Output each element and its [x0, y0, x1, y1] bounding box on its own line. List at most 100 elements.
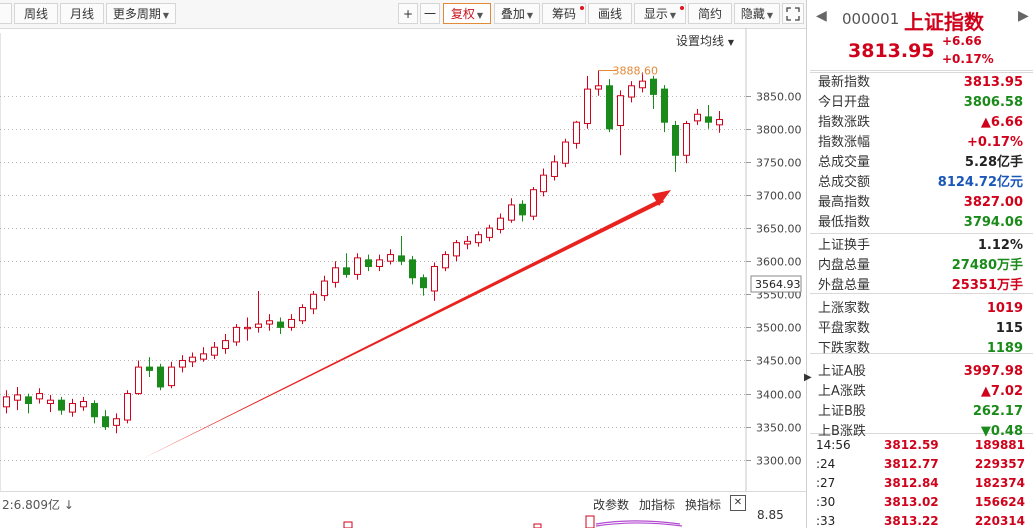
candle-body — [288, 318, 295, 328]
caret-down-icon: ▼ — [526, 11, 534, 20]
change-params-button[interactable]: 改参数 — [593, 496, 629, 513]
quote-field-value: 25351万手 — [951, 278, 1023, 293]
caret-down-icon: ▼ — [766, 11, 774, 20]
quote-row: 上证A股 3997.98 — [810, 362, 1023, 382]
fullscreen-icon — [786, 7, 800, 21]
candle-body — [332, 267, 339, 283]
candle-body — [14, 394, 21, 401]
trade-row: :27 3812.84 182374 — [810, 473, 1033, 493]
quote-field-value: +0.17% — [967, 135, 1023, 150]
candle-body — [211, 346, 218, 356]
caret-down-icon: ▼ — [162, 11, 170, 20]
more-periods-dropdown[interactable]: 更多周期 ▼ — [106, 3, 176, 24]
candle-body — [705, 116, 712, 123]
price-change-pct: +0.17% — [942, 52, 994, 66]
quote-field-value: ▲6.66 — [980, 115, 1023, 130]
fullscreen-button[interactable] — [782, 3, 804, 24]
candle-body — [354, 257, 361, 275]
overlay-dropdown[interactable]: 叠加 ▼ — [494, 3, 540, 24]
quote-field-label: 最新指数 — [818, 75, 871, 90]
price-change: +6.66 — [942, 34, 982, 48]
hide-dropdown[interactable]: 隐藏 ▼ — [734, 3, 780, 24]
notification-dot-icon — [680, 6, 684, 10]
candle-body — [310, 293, 317, 310]
candle-body — [25, 396, 32, 404]
y-tick-label: 3700.00 — [756, 190, 802, 203]
close-indicator-icon[interactable]: ✕ — [730, 495, 746, 511]
chips-button[interactable]: 筹码 — [542, 3, 586, 24]
candle-body — [551, 161, 558, 177]
zoom-in-button[interactable]: + — [398, 3, 418, 24]
quote-row: 最低指数 3794.06 — [810, 213, 1023, 233]
trade-time: :27 — [816, 476, 836, 490]
candles — [3, 70, 723, 434]
quote-field-value: 3997.98 — [963, 364, 1023, 379]
candlestick-chart[interactable]: 3300.003350.003400.003450.003500.003550.… — [0, 28, 806, 491]
quote-field-value: 1.12% — [977, 238, 1023, 253]
candle-body — [694, 113, 701, 122]
candle-body — [3, 396, 10, 408]
weekly-tab[interactable]: 周线 — [14, 3, 58, 24]
draw-line-button[interactable]: 画线 — [588, 3, 632, 24]
trade-price: 3812.84 — [884, 476, 939, 490]
candle-body — [113, 418, 120, 426]
symbol-name: 上证指数 — [904, 10, 984, 34]
panel-divider[interactable] — [806, 0, 807, 528]
quote-field-label: 内盘总量 — [818, 258, 871, 273]
candle-body — [266, 320, 273, 325]
quote-field-label: 外盘总量 — [818, 278, 871, 293]
add-indicator-button[interactable]: 加指标 — [639, 496, 675, 513]
monthly-label: 月线 — [69, 7, 94, 21]
candle-body — [409, 259, 416, 279]
quote-field-value: 1019 — [986, 301, 1023, 316]
quote-field-value: 115 — [995, 321, 1023, 336]
trade-volume: 189881 — [974, 438, 1025, 452]
switch-indicator-button[interactable]: 换指标 — [685, 496, 721, 513]
candle-body — [508, 204, 515, 221]
candle-body — [299, 307, 306, 322]
candle-body — [475, 234, 482, 244]
adjust-dropdown[interactable]: 复权 ▼ — [443, 3, 491, 24]
candle-body — [562, 141, 569, 164]
trade-time: :33 — [816, 514, 836, 528]
quote-row: 总成交额 8124.72亿元 — [810, 173, 1023, 193]
quote-row: 上A涨跌 ▲7.02 — [810, 382, 1023, 402]
prev-symbol-icon[interactable]: ◀ — [816, 8, 827, 24]
monthly-tab[interactable]: 月线 — [60, 3, 104, 24]
candle-body — [442, 254, 449, 269]
trade-volume: 220314 — [974, 514, 1025, 528]
candle-body — [47, 399, 54, 405]
y-tick-label: 3450.00 — [756, 355, 802, 368]
trade-time: :30 — [816, 495, 836, 509]
candle-body — [376, 259, 383, 267]
quote-field-label: 上涨家数 — [818, 301, 871, 316]
quote-row: 上证B股 262.17 — [810, 402, 1023, 422]
simple-button[interactable]: 简约 — [688, 3, 732, 24]
volume-bar — [533, 523, 542, 528]
candle-body — [189, 356, 196, 363]
draw-line-label: 画线 — [597, 7, 622, 21]
toolbar-left-stub[interactable] — [0, 3, 12, 24]
weekly-label: 周线 — [23, 7, 48, 21]
candle-body — [716, 119, 723, 126]
next-symbol-icon[interactable]: ▶ — [1018, 8, 1029, 24]
quote-panel: ◀ 000001 上证指数 ▶ 3813.95 +6.66 +0.17% 最新指… — [810, 0, 1033, 528]
y-tick-label: 3850.00 — [756, 91, 802, 104]
symbol-code: 000001 — [842, 10, 900, 28]
trade-row: :24 3812.77 229357 — [810, 454, 1033, 474]
volume-bar — [343, 521, 353, 528]
zoom-out-button[interactable]: 一 — [420, 3, 440, 24]
volume-axis-value: 8.85 — [757, 508, 784, 522]
display-dropdown[interactable]: 显示 ▼ — [634, 3, 686, 24]
trade-volume: 229357 — [974, 457, 1025, 471]
candle-body — [486, 227, 493, 238]
candle-body — [124, 393, 131, 421]
overlay-label: 叠加 — [500, 7, 525, 21]
y-tick-label: 3500.00 — [756, 322, 802, 335]
candle-body — [157, 366, 164, 388]
quote-field-value: 3794.06 — [963, 215, 1023, 230]
candle-body — [80, 401, 87, 408]
quote-field-label: 最低指数 — [818, 215, 871, 230]
candle-body — [530, 189, 537, 217]
quote-field-value: 8124.72亿元 — [937, 175, 1023, 190]
